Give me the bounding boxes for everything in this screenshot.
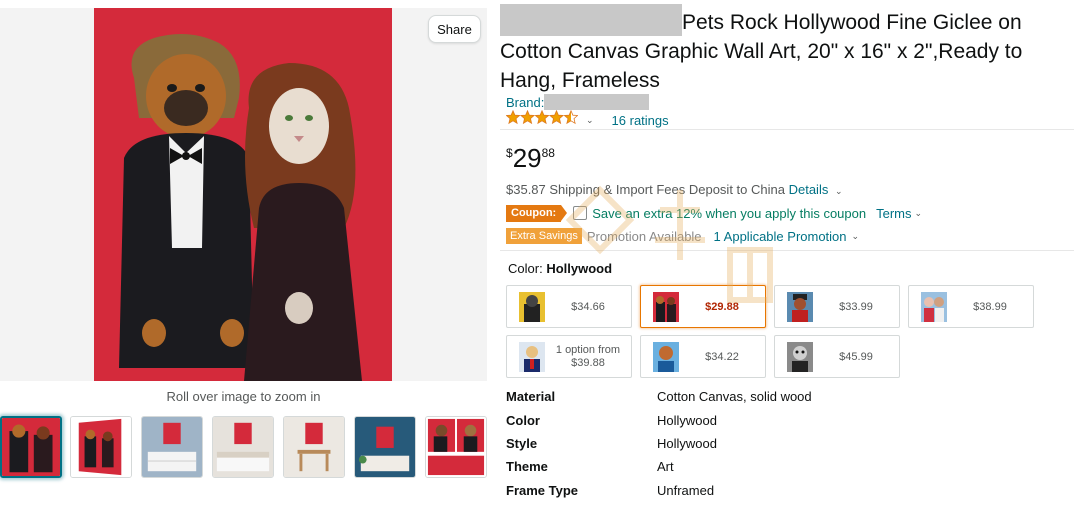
- spec-value: Art: [657, 459, 674, 474]
- thumbnail-strip: [0, 416, 490, 478]
- spec-key: Theme: [506, 459, 548, 474]
- chevron-down-icon[interactable]: ⌄: [586, 115, 594, 126]
- color-swatch-4[interactable]: $38.99: [908, 285, 1034, 328]
- color-swatch-5[interactable]: 1 option from $39.88: [506, 335, 632, 378]
- swatch-thumbnail: [787, 291, 813, 322]
- thumbnail-1[interactable]: [0, 416, 62, 478]
- coupon-text[interactable]: Save an extra 12% when you apply this co…: [592, 206, 866, 221]
- redacted-brand-name: [500, 4, 682, 36]
- thumbnail-3[interactable]: [141, 416, 203, 478]
- ratings-count-link[interactable]: 16 ratings: [612, 113, 669, 128]
- thumbnail-5[interactable]: [283, 416, 345, 478]
- coupon-checkbox[interactable]: [573, 206, 588, 220]
- swatch-price: $38.99: [973, 300, 1007, 313]
- color-value: Hollywood: [546, 261, 613, 276]
- swatch-price: $34.22: [705, 350, 739, 363]
- applicable-promotion-link[interactable]: 1 Applicable Promotion: [714, 229, 847, 244]
- spec-key: Material: [506, 389, 556, 404]
- thumbnail-7[interactable]: [425, 416, 487, 478]
- swatch-price: $29.88: [705, 300, 739, 313]
- chevron-down-icon[interactable]: ⌄: [915, 208, 923, 219]
- spec-value: Unframed: [657, 483, 715, 498]
- swatch-option-label: 1 option from: [555, 343, 621, 356]
- coupon-row: Coupon: Save an extra 12% when you apply…: [506, 204, 922, 222]
- coupon-badge: Coupon:: [506, 204, 568, 222]
- swatch-thumbnail: [653, 341, 679, 372]
- divider: [500, 129, 1074, 130]
- shipping-text: Shipping & Import Fees Deposit to China: [549, 182, 785, 197]
- swatch-option-text: 1 option from $39.88: [545, 344, 631, 370]
- color-swatch-2[interactable]: $29.88: [640, 285, 766, 328]
- price-whole: 29: [512, 143, 542, 173]
- coupon-terms-link[interactable]: Terms: [876, 206, 911, 221]
- brand-label: Brand:: [506, 95, 545, 110]
- swatch-thumbnail: [653, 291, 679, 322]
- main-product-image[interactable]: Share: [0, 8, 487, 381]
- swatch-thumbnail: [787, 341, 813, 372]
- swatch-thumbnail: [519, 341, 545, 372]
- brand-link[interactable]: Brand:: [506, 94, 650, 110]
- swatch-thumbnail: [519, 291, 545, 322]
- extra-savings-badge: Extra Savings: [506, 228, 582, 244]
- star-rating-icon[interactable]: [505, 109, 579, 130]
- color-swatch-1[interactable]: $34.66: [506, 285, 632, 328]
- swatch-price: $45.99: [839, 350, 873, 363]
- swatch-price: $33.99: [839, 300, 873, 313]
- color-label: Color:: [508, 261, 543, 276]
- divider: [500, 250, 1074, 251]
- hollywood-pets-artwork: [94, 8, 392, 381]
- rating-row: ⌄ 16 ratings: [505, 109, 669, 130]
- shipping-info: $35.87 Shipping & Import Fees Deposit to…: [506, 182, 843, 197]
- spec-value: Hollywood: [657, 413, 717, 428]
- thumbnail-6[interactable]: [354, 416, 416, 478]
- color-swatch-7[interactable]: $45.99: [774, 335, 900, 378]
- chevron-down-icon[interactable]: ⌄: [835, 186, 843, 196]
- product-title-block: Pets Rock Hollywood Fine Giclee on Cotto…: [500, 4, 1070, 95]
- color-selection-label: Color: Hollywood: [508, 261, 612, 276]
- zoom-hint: Roll over image to zoom in: [166, 389, 321, 404]
- thumbnail-4[interactable]: [212, 416, 274, 478]
- swatch-price: $34.66: [571, 300, 605, 313]
- price-fraction: 88: [541, 146, 555, 160]
- promotion-available-text: Promotion Available: [586, 228, 702, 244]
- chevron-down-icon[interactable]: ⌄: [852, 231, 860, 242]
- swatch-price: $39.88: [571, 356, 605, 369]
- swatch-thumbnail: [921, 291, 947, 322]
- shipping-details-link[interactable]: Details: [789, 182, 829, 197]
- spec-key: Style: [506, 436, 538, 451]
- shipping-amount: $35.87: [506, 182, 546, 197]
- product-title: Pets Rock Hollywood Fine Giclee on Cotto…: [500, 4, 1070, 95]
- spec-key: Color: [506, 413, 540, 428]
- share-button[interactable]: Share: [428, 15, 481, 43]
- price: $2988: [506, 143, 555, 174]
- spec-key: Frame Type: [506, 483, 579, 498]
- spec-value: Hollywood: [657, 436, 717, 451]
- redacted-brand: [544, 94, 650, 110]
- price-symbol: $: [506, 146, 513, 160]
- color-swatch-3[interactable]: $33.99: [774, 285, 900, 328]
- color-swatch-6[interactable]: $34.22: [640, 335, 766, 378]
- promotion-row: Extra Savings Promotion Available 1 Appl…: [506, 227, 859, 245]
- thumbnail-2[interactable]: [70, 416, 132, 478]
- spec-value: Cotton Canvas, solid wood: [657, 389, 812, 404]
